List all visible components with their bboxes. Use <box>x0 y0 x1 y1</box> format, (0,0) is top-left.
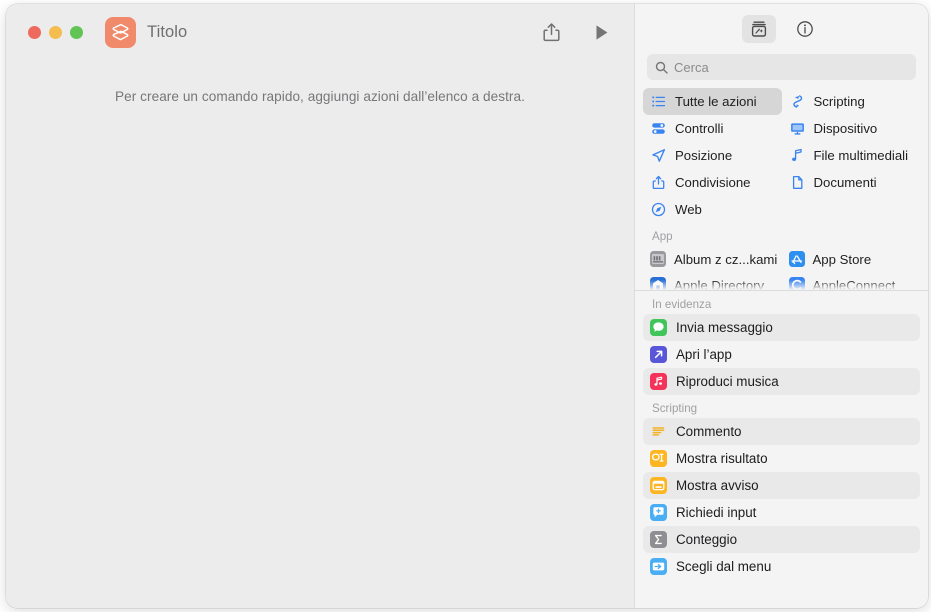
list-bullet-icon <box>650 93 667 110</box>
app-section-header: App <box>652 230 673 243</box>
category-label: Web <box>675 202 702 217</box>
action-library-pane: Cerca Tutte le azioni Scripting Controll… <box>634 4 928 608</box>
app-item-label: Album z cz...kami <box>674 251 778 267</box>
share-up-icon <box>650 174 667 191</box>
count-sigma-icon <box>650 531 667 548</box>
category-label: Condivisione <box>675 175 751 190</box>
category-item-controlli[interactable]: Controlli <box>643 115 782 142</box>
ask-input-icon <box>650 504 667 521</box>
music-note-icon <box>789 147 806 164</box>
shortcuts-app-icon <box>105 16 136 48</box>
library-toolbar <box>635 4 928 54</box>
editor-canvas[interactable]: Per creare un comando rapido, aggiungi a… <box>6 60 634 608</box>
scripting-icon <box>789 93 806 110</box>
document-icon <box>789 174 806 191</box>
app-item-label: AppleConnect <box>812 277 896 291</box>
category-item-condivisione[interactable]: Condivisione <box>643 169 782 196</box>
close-window-button[interactable] <box>28 25 41 39</box>
music-app-icon <box>650 373 667 390</box>
category-item-documenti[interactable]: Documenti <box>782 169 921 196</box>
show-result-icon <box>650 450 667 467</box>
appleconnect-icon <box>788 277 805 290</box>
app-item-label: Apple Directory <box>674 277 765 291</box>
category-item-web[interactable]: Web <box>643 196 782 223</box>
run-button[interactable] <box>584 17 618 47</box>
category-label: File multimediali <box>813 148 909 163</box>
choose-menu-icon <box>650 558 667 575</box>
comment-lines-icon <box>650 423 667 440</box>
library-search-wrap: Cerca <box>635 54 928 88</box>
scripting-section-header: Scripting <box>652 402 698 415</box>
app-item-app-store[interactable]: App Store <box>782 246 921 272</box>
action-item-label: Mostra avviso <box>676 478 759 493</box>
open-app-icon <box>650 346 667 363</box>
category-label: Posizione <box>675 148 733 163</box>
action-item-richiedi-input[interactable]: Richiedi input <box>643 499 920 526</box>
window-titlebar: Titolo <box>6 4 634 60</box>
action-item-conteggio[interactable]: Conteggio <box>643 526 920 553</box>
actions-list[interactable]: In evidenza Invia messaggio Apri l’app R… <box>635 291 928 608</box>
shortcut-editor-pane: Titolo Per creare un comando rapido, agg… <box>6 4 634 608</box>
action-item-label: Riproduci musica <box>676 374 779 389</box>
action-item-apri-lapp[interactable]: Apri l’app <box>643 341 920 368</box>
messages-icon <box>650 319 667 336</box>
category-item-file-multimediali[interactable]: File multimediali <box>782 142 921 169</box>
info-circle-icon <box>796 21 813 37</box>
action-item-label: Apri l’app <box>676 347 732 362</box>
action-item-label: Commento <box>676 424 742 439</box>
action-item-label: Mostra risultato <box>676 451 768 466</box>
action-item-invia-messaggio[interactable]: Invia messaggio <box>643 314 920 341</box>
traffic-light-group <box>28 25 83 39</box>
safari-compass-icon <box>650 201 667 218</box>
sliders-icon <box>650 120 667 137</box>
category-label: Tutte le azioni <box>675 94 757 109</box>
share-icon <box>542 22 560 41</box>
action-item-mostra-risultato[interactable]: Mostra risultato <box>643 445 920 472</box>
apple-directory-icon <box>650 277 666 290</box>
app-root: Titolo Per creare un comando rapido, agg… <box>0 0 931 612</box>
share-button[interactable] <box>534 17 568 47</box>
action-item-label: Invia messaggio <box>676 320 773 335</box>
zoom-window-button[interactable] <box>70 25 83 39</box>
location-arrow-icon <box>650 147 667 164</box>
app-grid: Album z cz...kami App Store Apple Direct… <box>643 246 920 290</box>
play-icon <box>596 24 607 40</box>
action-item-scegli-dal-menu[interactable]: Scegli dal menu <box>643 553 920 580</box>
category-label: Scripting <box>813 94 865 109</box>
category-item-scripting[interactable]: Scripting <box>782 88 921 115</box>
action-item-mostra-avviso[interactable]: Mostra avviso <box>643 472 920 499</box>
page-title: Titolo <box>147 22 188 41</box>
action-item-label: Scegli dal menu <box>676 559 772 574</box>
category-item-dispositivo[interactable]: Dispositivo <box>782 115 921 142</box>
show-alert-icon <box>650 477 667 494</box>
action-item-label: Conteggio <box>676 532 738 547</box>
featured-section-header: In evidenza <box>652 298 712 311</box>
action-item-riproduci-musica[interactable]: Riproduci musica <box>643 368 920 395</box>
category-label: Dispositivo <box>813 121 878 136</box>
app-item-appleconnect[interactable]: AppleConnect <box>782 272 921 290</box>
category-label: Documenti <box>813 175 877 190</box>
action-library-toggle-button[interactable] <box>741 15 776 43</box>
editor-empty-state-text: Per creare un comando rapido, aggiungi a… <box>115 89 525 104</box>
display-icon <box>789 120 806 137</box>
app-item-label: App Store <box>812 251 872 267</box>
app-item-apple-directory[interactable]: Apple Directory <box>643 272 782 290</box>
minimize-window-button[interactable] <box>49 25 62 39</box>
category-grid: Tutte le azioni Scripting Controlli Disp… <box>643 88 920 223</box>
category-item-posizione[interactable]: Posizione <box>643 142 782 169</box>
info-button[interactable] <box>788 15 822 43</box>
app-store-icon <box>788 251 805 267</box>
categories-scroll-region[interactable]: Tutte le azioni Scripting Controlli Disp… <box>635 88 928 290</box>
action-item-label: Richiedi input <box>676 505 757 520</box>
album-app-icon <box>650 251 666 267</box>
action-item-commento[interactable]: Commento <box>643 418 920 445</box>
shortcuts-window: Titolo Per creare un comando rapido, agg… <box>6 4 928 608</box>
app-item-album[interactable]: Album z cz...kami <box>643 246 782 272</box>
search-input[interactable]: Cerca <box>647 54 916 80</box>
category-label: Controlli <box>675 121 724 136</box>
search-icon <box>655 61 668 74</box>
action-library-icon <box>751 21 766 37</box>
category-item-tutte-le-azioni[interactable]: Tutte le azioni <box>643 88 782 115</box>
search-placeholder: Cerca <box>674 59 709 75</box>
